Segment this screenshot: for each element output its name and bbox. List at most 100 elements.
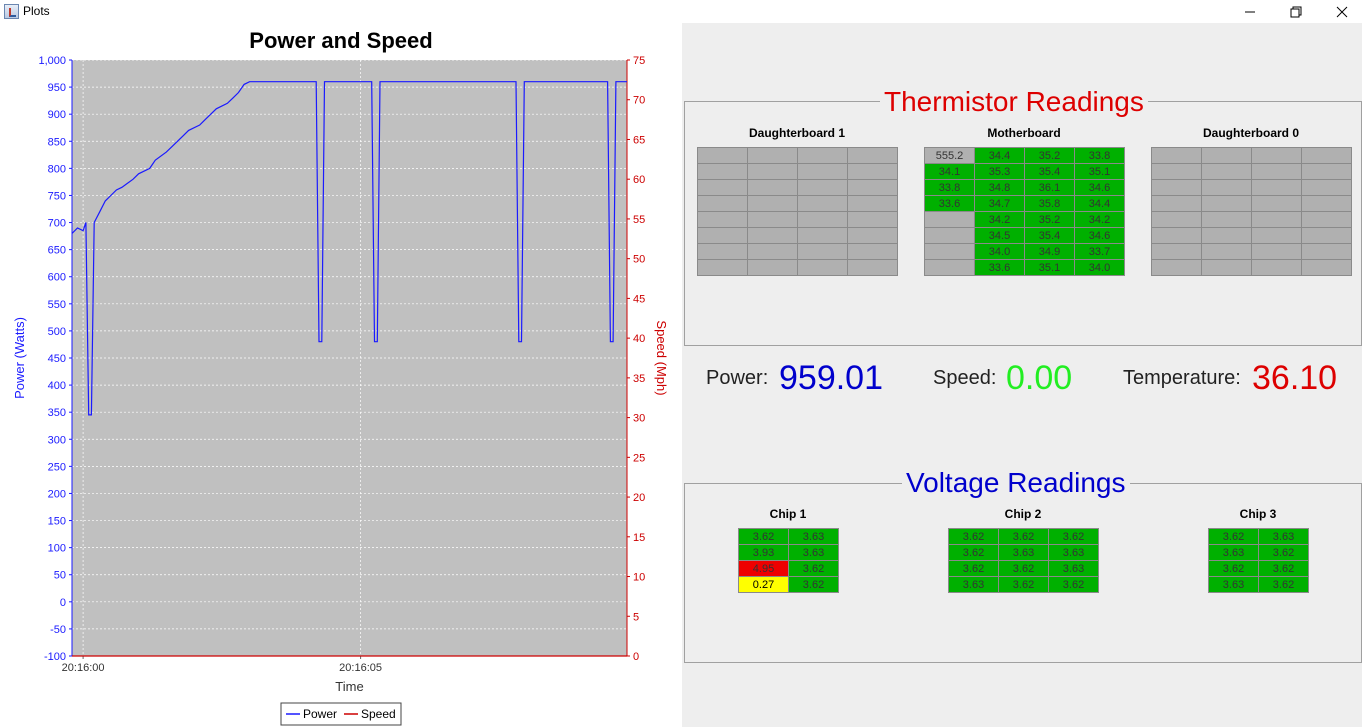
reading-cell: [747, 243, 798, 260]
reading-cell: 3.62: [1048, 576, 1099, 593]
power-tick-label: 900: [48, 109, 66, 121]
power-value: 959.01: [779, 359, 883, 397]
reading-cell: 34.6: [1074, 227, 1125, 244]
java-app-icon: [4, 4, 19, 19]
power-tick-label: 100: [48, 543, 66, 555]
reading-cell: [797, 227, 848, 244]
speed-value: 0.00: [1006, 359, 1073, 397]
power-axis-label: Power (Watts): [12, 317, 27, 399]
thermistor-board-0-title: Daughterboard 1: [748, 126, 845, 140]
speed-tick-label: 20: [633, 492, 645, 504]
reading-cell: 34.4: [1074, 195, 1125, 212]
table-row: 3.93 3.63: [738, 544, 839, 561]
power-tick-label: 950: [48, 82, 66, 94]
power-tick-label: 150: [48, 516, 66, 528]
reading-cell: [1151, 179, 1202, 196]
reading-cell: 34.2: [974, 211, 1025, 228]
reading-cell: [1301, 195, 1352, 212]
reading-cell: 34.2: [1074, 211, 1125, 228]
reading-cell: [1251, 259, 1302, 276]
reading-cell: [1201, 195, 1252, 212]
reading-cell: 35.3: [974, 163, 1025, 180]
reading-cell: 3.62: [788, 560, 839, 577]
table-row: 3.62 3.62: [1208, 560, 1309, 577]
reading-cell: [1201, 147, 1252, 164]
close-button[interactable]: [1319, 0, 1362, 23]
power-tick-label: 600: [48, 272, 66, 284]
reading-cell: [924, 211, 975, 228]
reading-cell: 34.5: [974, 227, 1025, 244]
restore-button[interactable]: [1273, 0, 1319, 23]
speed-tick-label: 35: [633, 373, 645, 385]
table-row: [697, 179, 898, 196]
speed-tick-label: 0: [633, 651, 639, 663]
power-tick-label: 350: [48, 407, 66, 419]
readings-panel: Thermistor Readings Power: 959.01 Speed:…: [682, 23, 1362, 727]
speed-tick-label: 70: [633, 95, 645, 107]
reading-cell: 35.4: [1024, 227, 1075, 244]
speed-axis-label: Speed (Mph): [654, 320, 669, 395]
reading-cell: 34.0: [1074, 259, 1125, 276]
speed-tick-label: 50: [633, 254, 645, 266]
power-tick-label: 0: [60, 597, 66, 609]
reading-cell: [1151, 227, 1202, 244]
reading-cell: [1301, 227, 1352, 244]
reading-cell: [747, 147, 798, 164]
legend-label-speed: Speed: [361, 707, 396, 721]
reading-cell: 555.2: [924, 147, 975, 164]
power-tick-label: 550: [48, 299, 66, 311]
reading-cell: [1201, 227, 1252, 244]
reading-cell: 35.1: [1074, 163, 1125, 180]
reading-cell: 36.1: [1024, 179, 1075, 196]
reading-cell: [1201, 211, 1252, 228]
power-speed-chart-panel: Power and Speed -100 -50 0 50 100 150 200 250 300…: [0, 23, 682, 727]
power-tick-label: 300: [48, 434, 66, 446]
reading-cell: [747, 179, 798, 196]
reading-cell: [697, 179, 748, 196]
thermistor-board-1-table: 555.2 34.4 35.2 33.8 34.1 35.3 35.4 35.1 33.8 34.…: [924, 147, 1125, 276]
reading-cell: [697, 243, 748, 260]
minimize-button[interactable]: [1227, 0, 1273, 23]
table-row: 3.62 3.62 3.62: [948, 528, 1099, 545]
speed-tick-label: 40: [633, 333, 645, 345]
reading-cell: 3.62: [998, 560, 1049, 577]
reading-cell: [1151, 195, 1202, 212]
reading-cell: 3.62: [1258, 544, 1309, 561]
reading-cell: [1301, 163, 1352, 180]
reading-cell: 3.62: [998, 528, 1049, 545]
reading-cell: 33.7: [1074, 243, 1125, 260]
temperature-value: 36.10: [1252, 359, 1338, 397]
reading-cell: 34.6: [1074, 179, 1125, 196]
close-icon: [1336, 6, 1348, 17]
table-row: 34.1 35.3 35.4 35.1: [924, 163, 1125, 180]
chart-title: Power and Speed: [249, 28, 432, 53]
reading-cell: [1151, 243, 1202, 260]
speed-tick-label: 15: [633, 532, 645, 544]
voltage-chip-2-table: 3.62 3.62 3.62 3.62 3.63 3.63 3.62 3.62 3.63 3.63…: [948, 528, 1099, 593]
power-tick-label: 1,000: [38, 55, 66, 67]
reading-cell: 33.8: [924, 179, 975, 196]
power-tick-label: 200: [48, 488, 66, 500]
reading-cell: 35.2: [1024, 147, 1075, 164]
reading-cell: [1251, 227, 1302, 244]
reading-cell: 0.27: [738, 576, 789, 593]
reading-cell: 34.1: [924, 163, 975, 180]
reading-cell: 3.63: [1258, 528, 1309, 545]
table-row: 3.62 3.63: [738, 528, 839, 545]
power-tick-label: 450: [48, 353, 66, 365]
power-speed-chart[interactable]: Power and Speed-100-50050100150200250300…: [0, 23, 682, 727]
speed-tick-label: 75: [633, 55, 645, 67]
time-tick-label: 20:16:00: [62, 662, 105, 674]
reading-cell: [747, 211, 798, 228]
table-row: [1151, 211, 1352, 228]
reading-cell: [797, 243, 848, 260]
table-row: 3.63 3.62 3.62: [948, 576, 1099, 593]
speed-label: Speed:: [933, 367, 997, 389]
table-row: [697, 211, 898, 228]
reading-cell: [697, 211, 748, 228]
voltage-chip-3-table: 3.62 3.63 3.63 3.62 3.62 3.62 3.63 3.62: [1208, 528, 1309, 593]
reading-cell: [747, 259, 798, 276]
reading-cell: 33.6: [924, 195, 975, 212]
reading-cell: 35.4: [1024, 163, 1075, 180]
reading-cell: [747, 163, 798, 180]
